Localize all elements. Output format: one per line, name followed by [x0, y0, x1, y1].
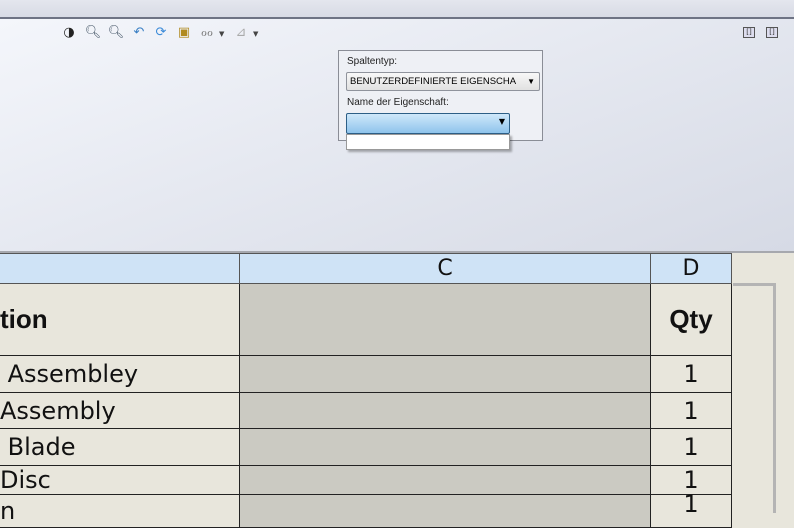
table-cell[interactable]: [239, 355, 651, 393]
qty-cell[interactable]: 1: [650, 355, 732, 393]
column-type-select[interactable]: BENUTZERDEFINIERTE EIGENSCHA ▼: [346, 72, 540, 91]
column-property-panel: Spaltentyp: BENUTZERDEFINIERTE EIGENSCHA…: [338, 50, 543, 141]
table-row: Disc 1: [0, 465, 732, 495]
qty-cell[interactable]: 1: [650, 492, 732, 528]
table-cell[interactable]: [239, 465, 651, 495]
column-header-b[interactable]: [0, 253, 240, 284]
description-header-cell[interactable]: tion: [0, 283, 240, 356]
column-header-c[interactable]: C: [239, 253, 651, 284]
qty-cell[interactable]: 1: [650, 392, 732, 429]
sheet-frame: [733, 283, 776, 513]
description-cell[interactable]: Blade: [0, 428, 240, 466]
description-cell[interactable]: Disc: [0, 465, 240, 495]
bom-table: C D tion Qty Assembley 1 Assembly 1 Blad…: [0, 253, 732, 528]
table-header-row: tion Qty: [0, 283, 732, 356]
table-row: Assembley 1: [0, 355, 732, 393]
column-type-label: Spaltentyp:: [347, 56, 398, 67]
table-cell[interactable]: [239, 283, 651, 356]
zoom-to-area-icon[interactable]: 🔍︎: [107, 24, 125, 42]
options-icon[interactable]: ▣: [175, 24, 193, 42]
chevron-down-icon[interactable]: ▼: [219, 30, 224, 38]
restore-left-button[interactable]: []: [743, 27, 755, 38]
table-row: n 1: [0, 492, 732, 528]
property-name-label: Name der Eigenschaft:: [347, 97, 449, 108]
section-view-icon[interactable]: ◑: [60, 24, 78, 42]
column-type-value: BENUTZERDEFINIERTE EIGENSCHA: [350, 76, 517, 87]
chevron-down-icon: ▼: [527, 77, 535, 86]
property-name-dropdown-list[interactable]: [346, 134, 510, 150]
property-name-select[interactable]: ▼: [346, 113, 510, 134]
table-cell[interactable]: [239, 392, 651, 429]
qty-cell[interactable]: 1: [650, 428, 732, 466]
table-cell[interactable]: [239, 494, 651, 528]
restore-right-button[interactable]: []: [766, 27, 778, 38]
description-cell[interactable]: Assembley: [0, 355, 240, 393]
description-cell[interactable]: Assembly: [0, 392, 240, 429]
apply-scene-icon[interactable]: ⊿: [232, 24, 250, 42]
description-cell[interactable]: n: [0, 494, 240, 528]
qty-header-cell[interactable]: Qty: [650, 283, 732, 356]
title-bar: [0, 0, 794, 17]
column-header-d[interactable]: D: [650, 253, 732, 284]
previous-view-icon[interactable]: ↶: [130, 24, 148, 42]
table-row: Assembly 1: [0, 392, 732, 429]
column-header-row: C D: [0, 253, 732, 284]
hide-show-icon[interactable]: ℴℴ: [198, 24, 216, 42]
table-row: Blade 1: [0, 428, 732, 466]
table-cell[interactable]: [239, 428, 651, 466]
chevron-down-icon: ▼: [498, 117, 505, 126]
rebuild-icon[interactable]: ⟳: [152, 24, 170, 42]
zoom-to-fit-icon[interactable]: 🔍︎: [84, 24, 102, 42]
chevron-down-icon[interactable]: ▼: [253, 30, 258, 38]
